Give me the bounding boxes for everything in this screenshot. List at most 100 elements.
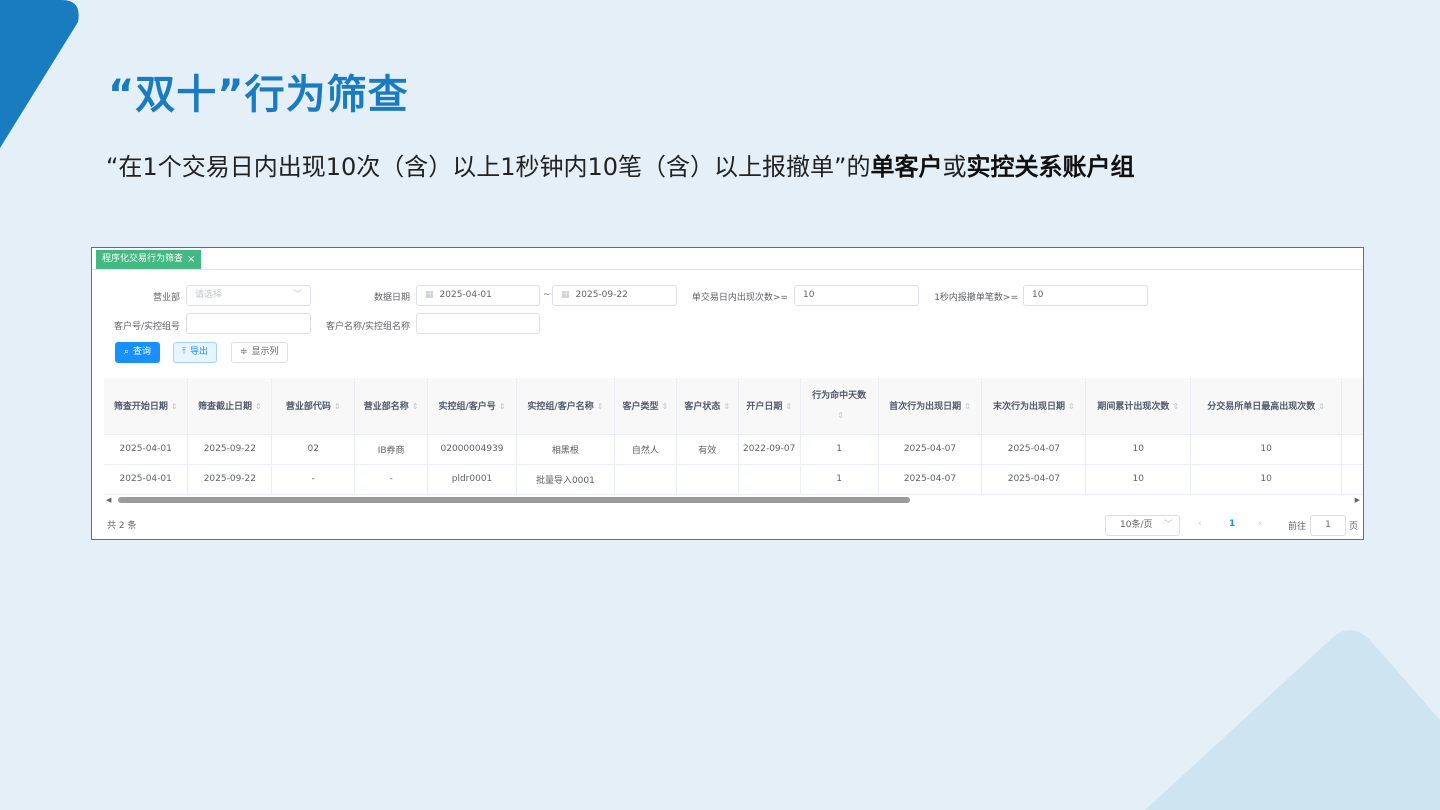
table-cell: - <box>354 464 429 495</box>
column-header[interactable]: 实控组/客户号 ⇕ <box>427 378 517 435</box>
column-header[interactable]: 筛查开始日期 ⇕ <box>104 378 189 435</box>
sort-icon[interactable]: ⇕ <box>661 402 668 411</box>
sort-icon[interactable]: ⇕ <box>255 402 262 411</box>
upload-icon: ⤒ <box>182 347 186 357</box>
column-header-label: 期间累计出现次数 <box>1097 402 1170 413</box>
table-cell: 有效 <box>676 434 739 465</box>
table-cell: 自然人 <box>614 434 677 465</box>
table-row[interactable]: 2025-04-01 2025-09-22 02 IB券商 0200000493… <box>104 434 1363 465</box>
table-cell: 批量导入0001 <box>516 464 615 495</box>
next-page-icon[interactable]: › <box>1258 519 1262 529</box>
sort-icon[interactable]: ⇕ <box>412 402 419 411</box>
table-row[interactable]: 2025-04-01 2025-09-22 - - pldr0001 批量导入0… <box>104 464 1363 495</box>
sort-icon[interactable]: ⇕ <box>171 402 178 411</box>
sort-icon[interactable]: ⇕ <box>723 402 730 411</box>
tab-bar: 程序化交易行为筛查 × <box>92 248 1363 270</box>
table-cell <box>676 464 739 495</box>
date-start-input[interactable]: ▦ 2025-04-01 <box>416 285 540 306</box>
sort-icon[interactable]: ⇕ <box>1172 402 1179 411</box>
tab-program-trading-screening[interactable]: 程序化交易行为筛查 × <box>96 250 202 269</box>
date-label: 数据日期 <box>373 293 410 303</box>
sort-icon[interactable]: ⇕ <box>499 402 506 411</box>
column-header[interactable]: 营业部代码 ⇕ <box>271 378 356 435</box>
export-button[interactable]: ⤒ 导出 <box>173 342 217 363</box>
dept-select[interactable]: 请选择 ﹀ <box>186 285 311 306</box>
column-header[interactable]: 营业部名称 ⇕ <box>354 378 429 435</box>
per-second-input[interactable]: 10 <box>1023 285 1148 306</box>
table-cell: 2025-04-07 <box>878 464 983 495</box>
sort-icon[interactable]: ⇕ <box>1318 402 1325 411</box>
table-cell: 2025-09-22 <box>187 434 273 465</box>
sort-icon[interactable]: ⇕ <box>597 402 604 411</box>
table-cell: 2025-04-07 <box>981 434 1087 465</box>
goto-page-input[interactable]: 1 <box>1310 515 1346 536</box>
table-cell: 2025-04-07 <box>981 464 1087 495</box>
page-number-current[interactable]: 1 <box>1229 519 1235 529</box>
table-cell: 2025-04-01 <box>104 434 189 465</box>
date-end-value: 2025-09-22 <box>575 290 628 300</box>
column-header-label: 行为命中天数 <box>812 390 867 401</box>
column-header[interactable]: 实控组/客户名称 ⇕ <box>516 378 615 435</box>
date-end-input[interactable]: ▦ 2025-09-22 <box>552 285 677 306</box>
table-cell: 1 <box>800 434 879 465</box>
table-cell: 2022-09-07 <box>738 434 801 465</box>
table-cell: 10 <box>1085 464 1192 495</box>
horizontal-scrollbar[interactable]: ◀ ▶ <box>104 494 1363 506</box>
search-icon: ⌕ <box>124 347 130 357</box>
column-header-label: 分交易所单日最高出现次数 <box>1207 402 1316 413</box>
query-button[interactable]: ⌕ 查询 <box>115 342 161 363</box>
columns-button-label: 显示列 <box>251 347 279 357</box>
column-header[interactable]: 首次行为出现日期 ⇕ <box>878 378 983 435</box>
sort-icon[interactable]: ⇕ <box>964 402 971 411</box>
scroll-left-icon[interactable]: ◀ <box>106 496 111 504</box>
column-header-label: 实控组/客户名称 <box>527 402 594 413</box>
corner-decoration-top-left <box>0 0 79 148</box>
column-header[interactable]: 行为命中天数 ⇕ <box>800 378 879 435</box>
table-cell: 10 <box>1085 434 1192 465</box>
column-header[interactable]: 末次行为出现日期 ⇕ <box>981 378 1087 435</box>
column-header[interactable]: 期间累计出现次数 ⇕ <box>1085 378 1192 435</box>
scroll-right-icon[interactable]: ▶ <box>1355 496 1360 504</box>
sort-icon[interactable]: ⇕ <box>1068 402 1075 411</box>
daily-count-input[interactable]: 10 <box>794 285 919 306</box>
table-cell: pldr0001 <box>427 464 517 495</box>
sort-icon[interactable]: ⇕ <box>785 402 792 411</box>
export-button-label: 导出 <box>189 347 208 357</box>
prev-page-icon[interactable]: ‹ <box>1198 519 1202 529</box>
column-header[interactable]: 开户日期 ⇕ <box>738 378 801 435</box>
client-name-label: 客户名称/实控组名称 <box>325 322 410 332</box>
dept-placeholder: 请选择 <box>195 290 223 300</box>
column-header-label: 客户类型 <box>622 402 659 413</box>
date-start-value: 2025-04-01 <box>439 290 492 300</box>
column-header[interactable]: 客户状态 ⇕ <box>676 378 739 435</box>
table-cell: 2025-04-01 <box>104 464 189 495</box>
scrollbar-thumb[interactable] <box>118 497 910 503</box>
column-header-label: 实控组/客户号 <box>438 402 496 413</box>
close-icon[interactable]: × <box>187 254 195 265</box>
column-header[interactable]: 分交易所单日最高出现次数 ⇕ <box>1190 378 1342 435</box>
page-size-select[interactable]: 10条/页 ﹀ <box>1105 515 1180 536</box>
client-id-input[interactable] <box>186 313 311 334</box>
column-header-label: 客户状态 <box>684 402 721 413</box>
column-header-label: 筛查截止日期 <box>198 402 253 413</box>
subtitle-connector: 或 <box>942 153 967 181</box>
results-table: 筛查开始日期 ⇕ 筛查截止日期 ⇕ 营业部代码 ⇕ 营业部名称 ⇕ 实控组/客户号 ⇕ 实… <box>104 378 1363 495</box>
per-second-label: 1秒内报撤单笔数>= <box>934 293 1018 303</box>
table-cell <box>614 464 677 495</box>
sort-icon[interactable]: ⇕ <box>837 411 844 420</box>
sort-icon[interactable]: ⇕ <box>334 402 341 411</box>
table-cell: - <box>271 464 356 495</box>
subtitle-emphasis-single-client: 单客户 <box>870 153 943 181</box>
client-name-input[interactable] <box>416 313 540 334</box>
total-count: 共 2 条 <box>107 521 137 531</box>
chevron-down-icon: ﹀ <box>292 290 302 300</box>
goto-label: 前往 <box>1288 522 1307 532</box>
columns-button[interactable]: ≑ 显示列 <box>231 342 288 363</box>
column-header[interactable]: 客户类型 ⇕ <box>614 378 677 435</box>
column-header[interactable]: 筛查截止日期 ⇕ <box>187 378 273 435</box>
corner-decoration-bottom-right <box>1145 630 1440 810</box>
date-range-separator: ~ <box>543 290 551 300</box>
table-cell: 10 <box>1190 464 1342 495</box>
table-cell: 2025-04-07 <box>878 434 983 465</box>
table-cell-overflow <box>1341 434 1363 465</box>
